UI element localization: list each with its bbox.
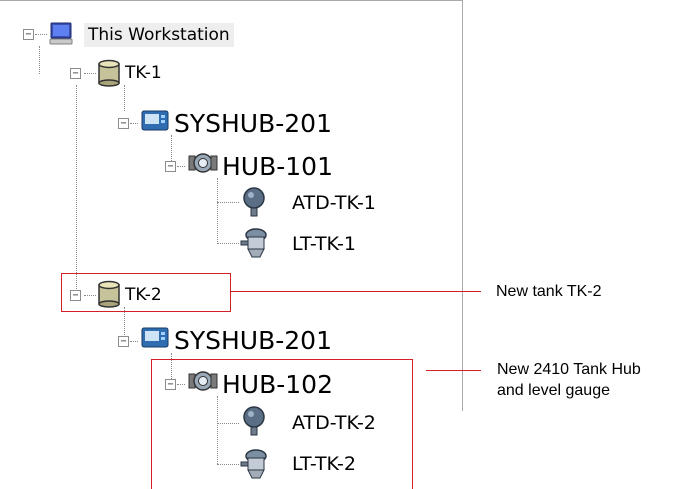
tree-node-syshub-201[interactable]: SYSHUB-201 <box>174 107 332 139</box>
tree-line <box>217 178 218 244</box>
callout-highlight-hub-102 <box>151 359 413 489</box>
tree-node-hub-101[interactable]: HUB-101 <box>222 150 333 182</box>
collapse-toggle[interactable]: − <box>23 29 34 40</box>
tree-line <box>217 243 239 244</box>
tree-line <box>84 73 96 74</box>
tree-node-tk-1[interactable]: TK-1 <box>125 61 162 85</box>
tank-icon <box>98 59 120 87</box>
computer-icon <box>49 22 73 45</box>
tree-node-this-workstation[interactable]: This Workstation <box>84 23 234 47</box>
tree-line <box>177 166 185 167</box>
tank-hub-icon <box>188 153 218 173</box>
collapse-toggle[interactable]: − <box>70 68 81 79</box>
collapse-toggle[interactable]: − <box>165 161 176 172</box>
node-label: This Workstation <box>88 25 230 45</box>
callout-highlight-tk-2 <box>61 273 231 312</box>
node-label: TK-1 <box>125 63 162 83</box>
callout-leader-line <box>231 291 481 292</box>
node-label: HUB-101 <box>222 151 333 181</box>
tree-view-panel: − This Workstation − TK-1 − SYSHUB-201 −… <box>0 0 463 479</box>
tree-line <box>76 85 77 295</box>
collapse-toggle[interactable]: − <box>118 336 129 347</box>
node-label: LT-TK-1 <box>292 233 356 255</box>
callout-new-hub: New 2410 Tank Hub and level gauge <box>497 359 641 401</box>
tree-node-atd-tk-1[interactable]: ATD-TK-1 <box>292 191 376 215</box>
tree-line <box>39 46 40 74</box>
tree-line <box>124 85 125 111</box>
callout-new-tank: New tank TK-2 <box>496 283 602 300</box>
node-label: ATD-TK-1 <box>292 192 376 214</box>
callout-new-hub-line1: New 2410 Tank Hub <box>497 361 641 378</box>
tree-line <box>171 135 172 161</box>
tree-node-lt-tk-1[interactable]: LT-TK-1 <box>292 232 356 256</box>
tree-line <box>35 34 47 35</box>
callout-leader-line <box>426 370 481 371</box>
collapse-toggle[interactable]: − <box>118 118 129 129</box>
tree-node-syshub-201[interactable]: SYSHUB-201 <box>174 324 332 356</box>
system-hub-icon <box>141 327 169 348</box>
node-label: SYSHUB-201 <box>174 108 332 138</box>
tree-line <box>130 123 138 124</box>
temperature-device-icon <box>243 187 265 217</box>
level-gauge-icon <box>240 228 267 258</box>
system-hub-icon <box>141 110 169 131</box>
callout-new-hub-line2: and level gauge <box>497 382 610 399</box>
node-label: SYSHUB-201 <box>174 325 332 355</box>
tree-line <box>217 202 239 203</box>
tree-line <box>130 341 138 342</box>
